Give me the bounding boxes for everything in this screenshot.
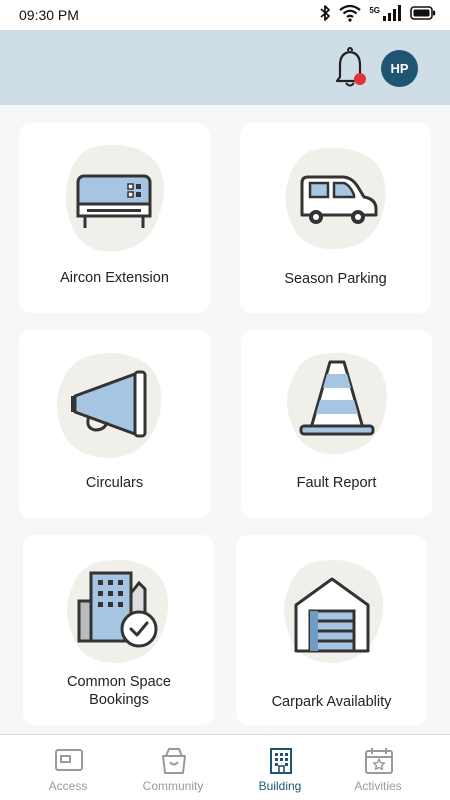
traffic-cone-icon — [299, 360, 375, 436]
calendar-star-icon — [365, 748, 393, 774]
tile-label: Circulars — [85, 475, 144, 491]
avatar-initials: HP — [390, 61, 409, 76]
tab-activities[interactable]: Activities — [328, 735, 428, 800]
garage-icon — [294, 577, 370, 653]
tile-carpark-availability[interactable]: Carpark Availablity — [236, 535, 427, 725]
status-time: 09:30 PM — [19, 7, 79, 23]
tile-label: Season Parking — [284, 271, 387, 287]
tab-label: Building — [258, 779, 302, 793]
tile-label: Common Space Bookings — [67, 674, 171, 708]
building-icon — [270, 748, 292, 774]
tab-label: Community — [142, 779, 204, 793]
building-check-icon — [77, 571, 158, 648]
tile-label: Carpark Availablity — [271, 694, 392, 710]
megaphone-icon — [71, 370, 147, 438]
tile-label: Aircon Extension — [60, 270, 169, 286]
tile-season-parking[interactable]: Season Parking — [240, 123, 431, 313]
status-icons: 5G — [319, 4, 436, 22]
tile-aircon-extension[interactable]: Aircon Extension — [19, 123, 210, 313]
wifi-icon — [339, 4, 362, 22]
tab-building[interactable]: Building — [230, 735, 330, 800]
bottom-tab-bar: Access Community Building Activities — [0, 734, 450, 800]
signal-icon — [383, 5, 401, 21]
notification-badge — [354, 73, 366, 85]
tile-fault-report[interactable]: Fault Report — [241, 330, 432, 518]
access-card-icon — [55, 749, 83, 771]
tile-common-space-bookings[interactable]: Common Space Bookings — [23, 535, 214, 725]
aircon-icon — [76, 174, 152, 228]
status-bar: 09:30 PM 5G — [0, 0, 450, 30]
tab-label: Activities — [354, 779, 402, 793]
car-icon — [300, 175, 378, 224]
tile-circulars[interactable]: Circulars — [19, 330, 210, 518]
battery-icon — [410, 6, 436, 20]
tab-community[interactable]: Community — [123, 735, 223, 800]
notification-bell-icon[interactable] — [332, 47, 368, 89]
network-type: 5G — [369, 5, 380, 15]
bluetooth-icon — [320, 5, 331, 21]
shopping-bag-icon — [162, 748, 186, 774]
avatar[interactable]: HP — [381, 50, 418, 87]
tab-label: Access — [48, 779, 88, 793]
tile-label: Fault Report — [296, 475, 377, 491]
tab-access[interactable]: Access — [18, 735, 118, 800]
